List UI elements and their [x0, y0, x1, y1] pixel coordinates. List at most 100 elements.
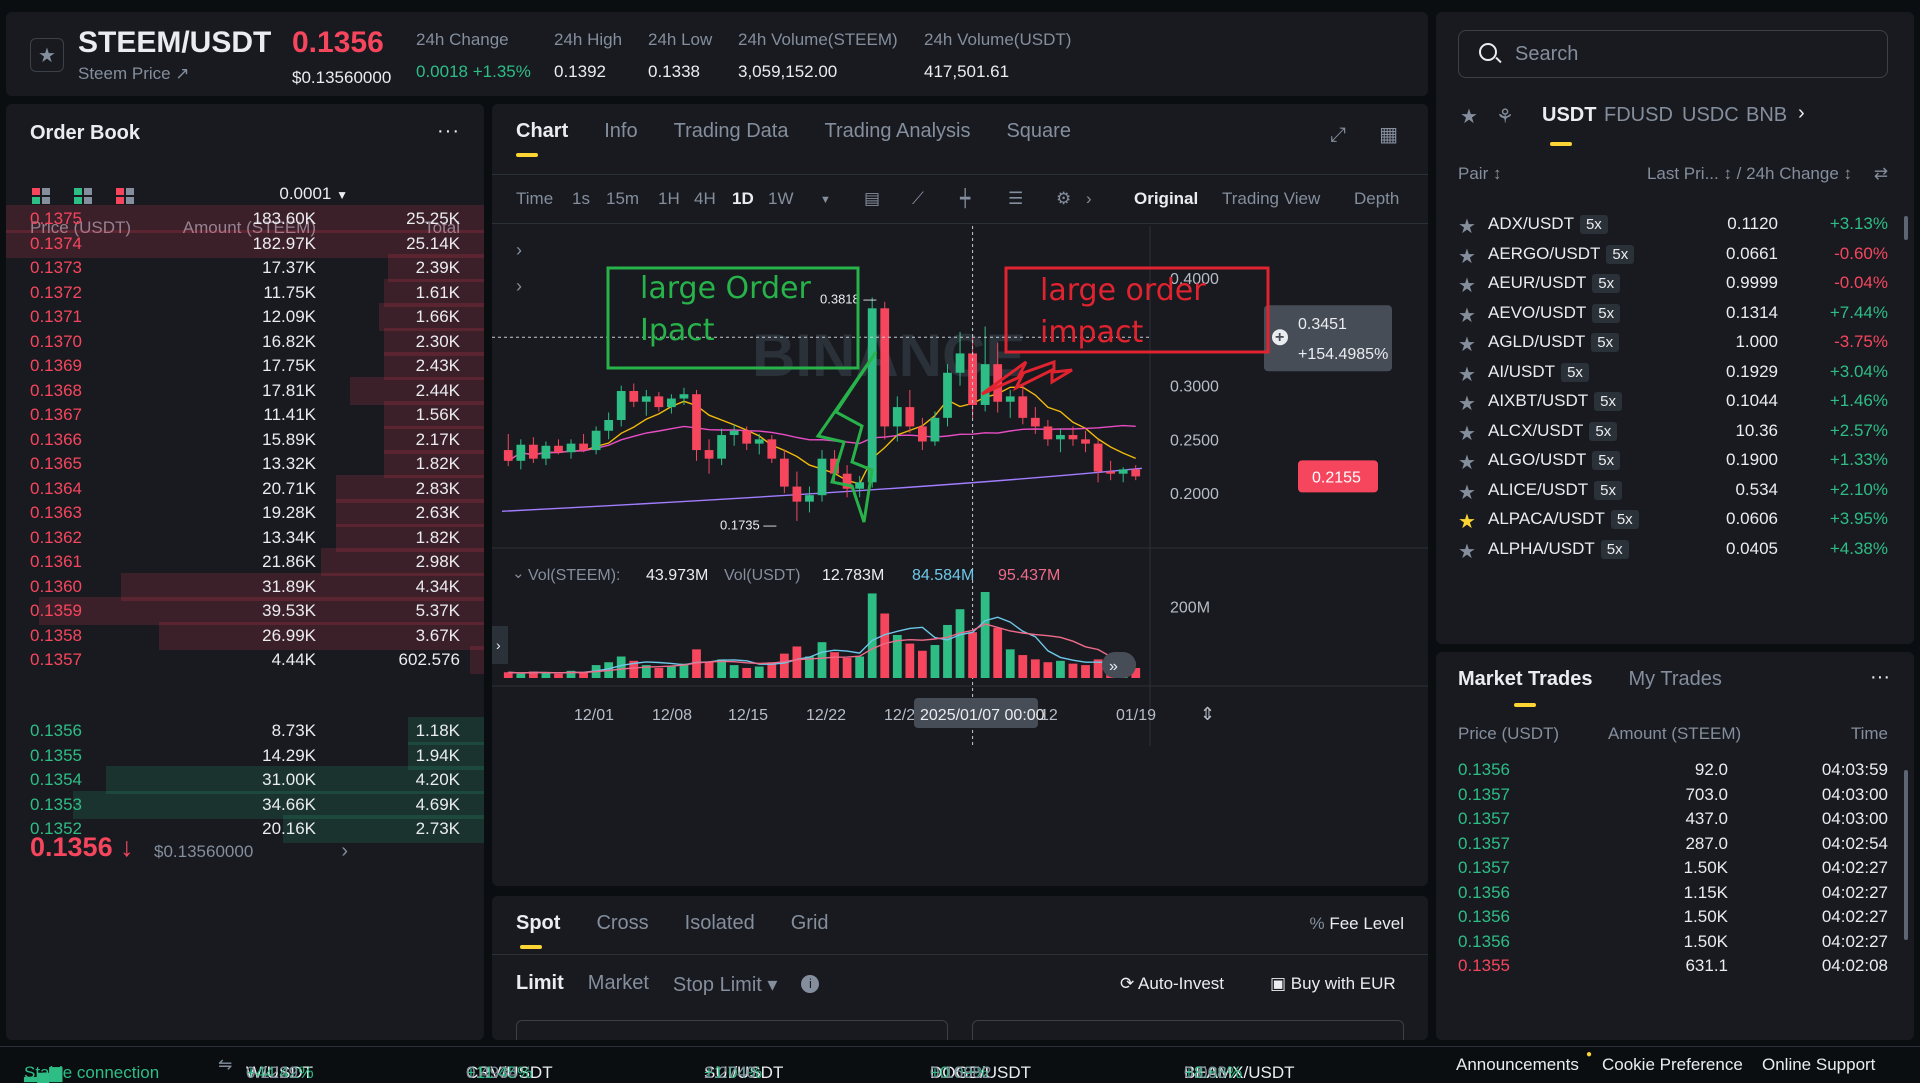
- scrollbar[interactable]: [1904, 770, 1908, 940]
- tab-spot[interactable]: Spot: [516, 912, 560, 949]
- favorite-star-icon[interactable]: ★: [1458, 273, 1476, 298]
- market-row[interactable]: ★ AIXBT/USDT 5x 0.1044 +1.46%: [1458, 387, 1888, 417]
- trade-price: 0.1357: [1458, 858, 1510, 877]
- cookie-preference-link[interactable]: Cookie Preference: [1602, 1055, 1743, 1075]
- tab-info[interactable]: Info: [604, 120, 637, 143]
- buy-price-input[interactable]: [516, 1020, 948, 1040]
- favorite-star-icon[interactable]: ★: [1458, 362, 1476, 387]
- more-options-icon[interactable]: ···: [437, 120, 460, 143]
- view-trading-view[interactable]: Trading View: [1222, 189, 1320, 209]
- cell-price: 0.1353: [30, 794, 82, 814]
- market-row[interactable]: ★ ALCX/USDT 5x 10.36 +2.57%: [1458, 417, 1888, 447]
- tab-chart[interactable]: Chart: [516, 120, 568, 157]
- tab-cross[interactable]: Cross: [596, 912, 648, 935]
- interval-4h[interactable]: 4H: [694, 189, 716, 209]
- calendar-icon[interactable]: ▤: [864, 189, 880, 209]
- more-options-icon[interactable]: ···: [1870, 666, 1890, 689]
- tab-trading-analysis[interactable]: Trading Analysis: [824, 120, 970, 143]
- tab-grid[interactable]: Grid: [791, 912, 829, 935]
- more-intervals-icon[interactable]: ▼: [820, 194, 831, 206]
- market-row[interactable]: ★ ALPHA/USDT 5x 0.0405 +4.38%: [1458, 535, 1888, 565]
- indicator-icon[interactable]: ⟋: [912, 189, 924, 209]
- candlestick-chart[interactable]: BINANCE0.40000.30000.25000.20000.3818 —0…: [492, 226, 1428, 886]
- tab-market-trades[interactable]: Market Trades: [1458, 668, 1593, 707]
- expand-icon[interactable]: ⤢: [1330, 124, 1346, 147]
- favorite-star-icon[interactable]: ★: [1458, 391, 1476, 416]
- market-row[interactable]: ★ AEVO/USDT 5x 0.1314 +7.44%: [1458, 299, 1888, 329]
- favorite-star-icon[interactable]: ★: [1458, 539, 1476, 564]
- market-row[interactable]: ★ ADX/USDT 5x 0.1120 +3.13%: [1458, 210, 1888, 240]
- volume-value-usdt: 12.783M: [822, 567, 884, 584]
- tab-square[interactable]: Square: [1006, 120, 1071, 143]
- market-row[interactable]: ★ AGLD/USDT 5x 1.000 -3.75%: [1458, 328, 1888, 358]
- order-type-market[interactable]: Market: [588, 972, 649, 997]
- favorite-star-icon[interactable]: ★: [1458, 450, 1476, 475]
- swap-columns-icon[interactable]: ⇄: [1874, 164, 1888, 184]
- online-support-link[interactable]: Online Support: [1762, 1055, 1875, 1075]
- plus-icon: +: [1275, 329, 1284, 346]
- gear-icon[interactable]: ⚙: [1056, 189, 1071, 209]
- favorite-star-icon[interactable]: ★: [1458, 244, 1476, 269]
- favorite-star-icon[interactable]: ★: [1458, 214, 1476, 239]
- quote-tab-usdt[interactable]: USDT: [1542, 104, 1596, 127]
- view-original[interactable]: Original: [1134, 189, 1198, 209]
- sell-price-input[interactable]: [972, 1020, 1404, 1040]
- tab-isolated[interactable]: Isolated: [685, 912, 755, 935]
- market-row[interactable]: ★ AEUR/USDT 5x 0.9999 -0.04%: [1458, 269, 1888, 299]
- favorite-star-icon[interactable]: ★: [1458, 332, 1476, 357]
- market-row[interactable]: ★ ALPACA/USDT 5x 0.0606 +3.95%: [1458, 505, 1888, 535]
- buy-with-eur-button[interactable]: ▣ Buy with EUR: [1270, 974, 1396, 994]
- symbol-subtitle-link[interactable]: Steem Price ↗: [78, 64, 190, 84]
- tab-trading-data[interactable]: Trading Data: [674, 120, 789, 143]
- market-row[interactable]: ★ AERGO/USDT 5x 0.0661 -0.60%: [1458, 240, 1888, 270]
- last-price: 0.0405: [1726, 538, 1778, 558]
- favorites-star-icon[interactable]: ★: [1460, 104, 1478, 129]
- ask-row[interactable]: 0.1357 4.44K 602.576: [30, 645, 484, 675]
- tab-my-trades[interactable]: My Trades: [1629, 668, 1722, 691]
- volume-bar: [867, 593, 877, 678]
- order-type-stop-limit[interactable]: Stop Limit ▾: [673, 972, 778, 997]
- fee-level-link[interactable]: % Fee Level: [1309, 914, 1404, 934]
- favorite-star-icon[interactable]: ★: [1458, 421, 1476, 446]
- quote-tab-bnb[interactable]: BNB: [1746, 104, 1787, 127]
- favorite-star-icon[interactable]: ★: [30, 38, 64, 72]
- chevron-right-icon[interactable]: ›: [1086, 189, 1092, 209]
- bid-row[interactable]: 0.1352 20.16K 2.73K: [30, 814, 484, 844]
- favorite-star-icon[interactable]: ★: [1458, 480, 1476, 505]
- market-row[interactable]: ★ AI/USDT 5x 0.1929 +3.04%: [1458, 358, 1888, 388]
- book-both-icon[interactable]: [32, 188, 50, 204]
- tick-size-select[interactable]: 0.0001 ▼: [279, 184, 348, 204]
- col-last-change-sort[interactable]: Last Pri... ↕ / 24h Change ↕: [1647, 164, 1852, 184]
- interval-1w[interactable]: 1W: [768, 189, 794, 209]
- book-asks-icon[interactable]: [116, 188, 134, 204]
- favorite-star-icon[interactable]: ★: [1458, 509, 1476, 534]
- favorite-star-icon[interactable]: ★: [1458, 303, 1476, 328]
- quote-tab-usdc[interactable]: USDC: [1682, 104, 1739, 127]
- market-row[interactable]: ★ ALICE/USDT 5x 0.534 +2.10%: [1458, 476, 1888, 506]
- col-pair-sort[interactable]: Pair ↕: [1458, 164, 1501, 184]
- pair-name: ALPACA/USDT 5x: [1488, 509, 1639, 529]
- info-icon[interactable]: i: [801, 975, 820, 993]
- innovation-zone-icon[interactable]: ⚘: [1496, 104, 1514, 129]
- order-book-title: Order Book: [30, 122, 141, 144]
- chart-settings-list-icon[interactable]: ☰: [1008, 189, 1023, 209]
- auto-invest-button[interactable]: ⟳ Auto-Invest: [1120, 974, 1224, 994]
- scrollbar[interactable]: [1904, 216, 1908, 240]
- layout-grid-icon[interactable]: ▦: [1379, 122, 1398, 147]
- announcements-link[interactable]: Announcements: [1456, 1055, 1579, 1075]
- view-depth[interactable]: Depth: [1354, 189, 1399, 209]
- interval-15m[interactable]: 15m: [606, 189, 639, 209]
- book-bids-icon[interactable]: [74, 188, 92, 204]
- interval-1h[interactable]: 1H: [658, 189, 680, 209]
- volume-label-usdt: Vol(USDT): [724, 567, 800, 584]
- quote-tab-fdusd[interactable]: FDUSD: [1604, 104, 1673, 127]
- interval-1s[interactable]: 1s: [572, 189, 590, 209]
- market-row[interactable]: ★ ALGO/USDT 5x 0.1900 +1.33%: [1458, 446, 1888, 476]
- search-input[interactable]: Search: [1458, 30, 1888, 78]
- candle: [930, 411, 940, 446]
- chevron-right-icon[interactable]: ›: [1798, 102, 1805, 125]
- volume-bar: [616, 656, 626, 678]
- interval-1d[interactable]: 1D: [732, 189, 754, 209]
- order-type-limit[interactable]: Limit: [516, 972, 564, 997]
- candle-type-icon[interactable]: ┿: [960, 189, 970, 209]
